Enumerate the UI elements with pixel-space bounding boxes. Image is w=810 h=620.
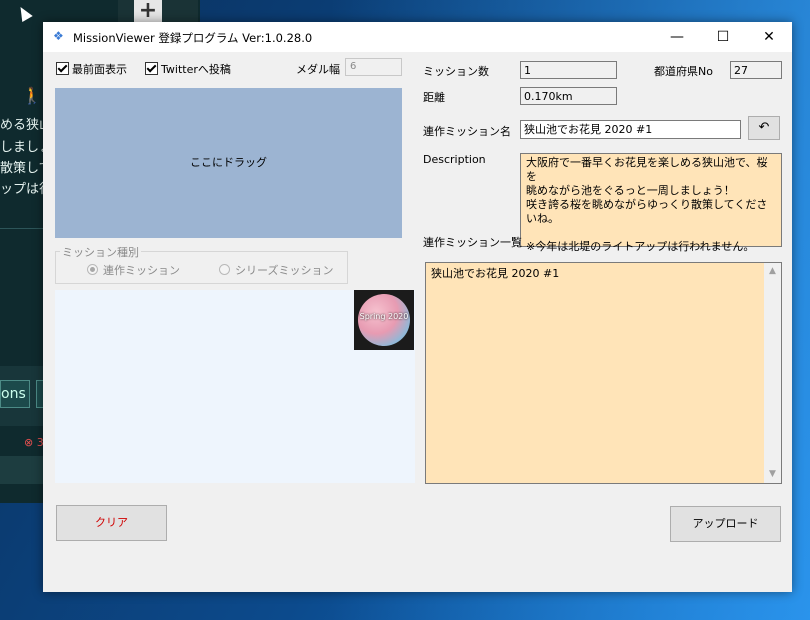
radio-series-mission-label[interactable]: 連作ミッション — [103, 262, 180, 278]
mission-count-field: 1 — [520, 61, 617, 79]
radio-series-set[interactable] — [219, 264, 230, 275]
list-item[interactable]: 狭山池でお花見 2020 #1 — [431, 265, 559, 281]
topmost-checkbox[interactable] — [56, 62, 69, 75]
drop-area[interactable]: ここにドラッグ — [55, 88, 402, 238]
series-list-box[interactable]: 狭山池でお花見 2020 #1 ▲ ▼ — [425, 262, 782, 484]
plus-icon[interactable]: + — [134, 0, 162, 24]
prefecture-no-label: 都道府県No — [654, 65, 713, 78]
background-app-error: ⊗ 3 — [24, 436, 44, 449]
minimize-button[interactable]: — — [654, 22, 700, 52]
scroll-down-icon[interactable]: ▼ — [764, 466, 781, 483]
mission-type-group-label: ミッション種別 — [60, 244, 141, 260]
mission-viewer-window: ❖ MissionViewer 登録プログラム Ver:1.0.28.0 — ☐… — [43, 22, 792, 592]
topmost-label[interactable]: 最前面表示 — [72, 61, 127, 77]
distance-field: 0.170km — [520, 87, 617, 105]
medal-image: Spring 2020 — [354, 290, 414, 350]
medal-text: Spring 2020 — [359, 312, 409, 321]
upload-button[interactable]: アップロード — [670, 506, 781, 542]
prefecture-no-field: 27 — [730, 61, 782, 79]
walk-icon: 🚶 — [22, 86, 42, 105]
background-app-button[interactable]: ons — [0, 380, 30, 408]
scroll-up-icon[interactable]: ▲ — [764, 263, 781, 280]
clear-button[interactable]: クリア — [56, 505, 167, 541]
series-name-input[interactable]: 狭山池でお花見 2020 #1 — [520, 120, 741, 139]
description-textarea[interactable]: 大阪府で一番早くお花見を楽しめる狭山池で、桜を 眺めながら池をぐるっと一周しまし… — [520, 153, 782, 253]
undo-button[interactable]: ↶ — [748, 116, 780, 140]
description-label: Description — [423, 153, 486, 166]
radio-series-set-label[interactable]: シリーズミッション — [235, 262, 333, 278]
distance-label: 距離 — [423, 91, 445, 104]
twitter-label[interactable]: Twitterへ投稿 — [161, 61, 231, 77]
medal-width-field[interactable]: 6 — [345, 58, 402, 76]
series-name-label: 連作ミッション名 — [423, 125, 511, 138]
title-bar[interactable]: ❖ MissionViewer 登録プログラム Ver:1.0.28.0 — ☐… — [43, 22, 792, 52]
vertical-scrollbar[interactable]: ▲ ▼ — [764, 263, 781, 483]
maximize-button[interactable]: ☐ — [700, 22, 746, 52]
window-title: MissionViewer 登録プログラム Ver:1.0.28.0 — [73, 31, 313, 45]
radio-series-mission[interactable] — [87, 264, 98, 275]
drop-area-label: ここにドラッグ — [190, 156, 267, 169]
close-button[interactable]: ✕ — [746, 22, 792, 52]
mission-count-label: ミッション数 — [423, 65, 489, 78]
app-icon: ❖ — [53, 29, 64, 43]
series-list-label: 連作ミッション一覧 — [423, 236, 522, 249]
undo-icon: ↶ — [758, 120, 770, 135]
medal-width-label: メダル幅 — [296, 63, 340, 76]
twitter-checkbox[interactable] — [145, 62, 158, 75]
